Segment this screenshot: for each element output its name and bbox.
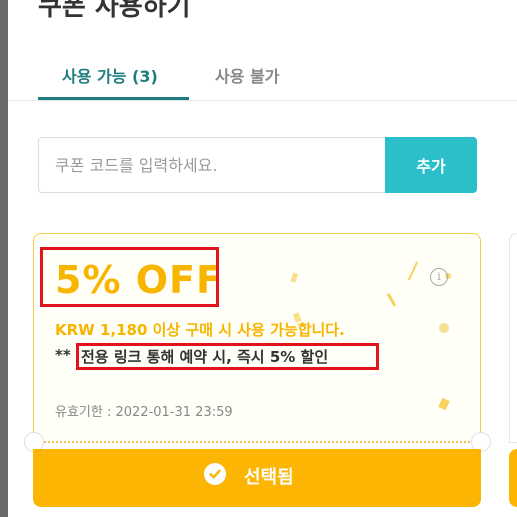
coupon-code-input[interactable] — [38, 137, 385, 193]
confetti-decoration — [290, 261, 451, 411]
coupon-divider — [40, 441, 474, 443]
benefit-prefix: ** — [55, 346, 71, 364]
highlight-box-benefit — [76, 343, 379, 370]
min-purchase-text: KRW 1,180 이상 구매 시 사용 가능합니다. — [55, 321, 345, 339]
active-tab-indicator — [38, 97, 189, 100]
modal-title: 쿠폰 사용하기 — [38, 0, 191, 22]
next-coupon-card[interactable] — [509, 233, 517, 443]
info-icon[interactable]: i — [430, 268, 448, 286]
backdrop-edge — [0, 0, 8, 517]
tab-unavailable[interactable]: 사용 불가 — [215, 63, 279, 87]
add-coupon-button[interactable]: 추가 — [385, 137, 477, 193]
expiry-date: 유효기한 : 2022-01-31 23:59 — [55, 405, 233, 420]
check-icon — [204, 463, 226, 485]
highlight-box-discount — [40, 247, 219, 307]
selected-label: 선택됨 — [244, 467, 294, 488]
tab-available[interactable]: 사용 가능 (3) — [62, 63, 158, 87]
tab-bar: 사용 가능 (3) 사용 불가 — [8, 48, 517, 101]
next-coupon-select-button[interactable] — [509, 449, 517, 507]
